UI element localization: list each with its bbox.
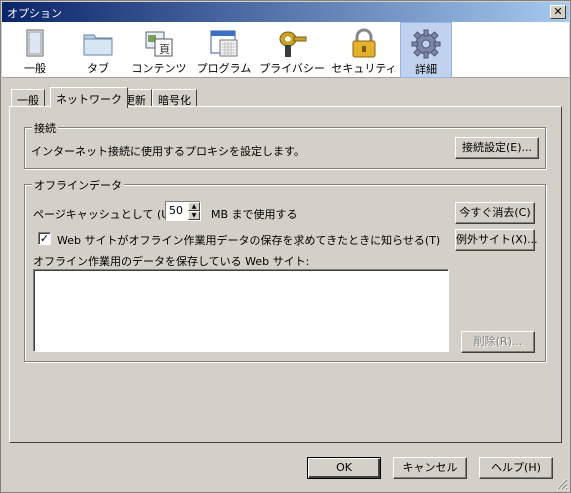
toolbar-item-general[interactable]: 一般 <box>10 22 60 78</box>
clear-now-button[interactable]: 今すぐ消去(C) <box>455 202 535 224</box>
toolbar-item-label: 一般 <box>24 62 46 75</box>
toolbar-item-label: コンテンツ <box>131 62 187 75</box>
cache-size-value: 50 <box>169 204 183 217</box>
connection-description: インターネット接続に使用するプロキシを設定します。 <box>31 145 305 158</box>
notify-label: Web サイトがオフライン作業用データの保存を求めてきたときに知らせる(T) <box>57 234 441 247</box>
content-icon: 頁 <box>145 31 173 57</box>
delete-button[interactable]: 削除(R)... <box>461 331 535 353</box>
resize-grip-icon[interactable] <box>556 478 568 490</box>
window-title: オプション <box>7 7 62 20</box>
tab-general[interactable]: 一般 <box>11 89 45 107</box>
toolbar-item-label: セキュリティ <box>331 62 397 75</box>
cache-size-stepper[interactable]: 50 ▲ ▼ <box>165 201 201 221</box>
offline-sites-label: オフライン作業用のデータを保存している Web サイト: <box>33 255 310 268</box>
toolbar-item-label: プライバシー <box>259 62 325 75</box>
ok-button[interactable]: OK <box>307 457 381 479</box>
notify-checkbox[interactable]: ✓ <box>38 232 51 245</box>
toolbar-item-tabs[interactable]: タブ <box>73 22 123 78</box>
toolbar-item-label: プログラム <box>196 62 252 75</box>
tab-network[interactable]: ネットワーク <box>50 87 128 108</box>
toolbar-item-label: 詳細 <box>415 63 437 76</box>
connection-group: 接続 インターネット接続に使用するプロキシを設定します。 接続設定(E)... <box>24 120 546 169</box>
title-bar[interactable]: オプション ✕ <box>2 2 569 22</box>
window-icon <box>26 29 44 57</box>
help-button[interactable]: ヘルプ(H) <box>479 457 553 479</box>
spin-down-icon[interactable]: ▼ <box>188 211 200 220</box>
key-icon <box>279 31 307 57</box>
applications-icon <box>210 30 238 57</box>
exceptions-button[interactable]: 例外サイト(X)... <box>455 229 538 251</box>
connection-settings-button[interactable]: 接続設定(E)... <box>455 137 539 159</box>
folder-tab-icon <box>83 34 113 56</box>
lock-icon <box>352 28 376 58</box>
network-panel: 接続 インターネット接続に使用するプロキシを設定します。 接続設定(E)... … <box>9 106 562 443</box>
toolbar-item-label: タブ <box>87 62 109 75</box>
toolbar-item-content[interactable]: 頁 コンテンツ <box>130 22 188 78</box>
toolbar-item-privacy[interactable]: プライバシー <box>259 22 325 78</box>
cache-size-label: ページキャッシュとして (U) <box>33 208 174 221</box>
close-button[interactable]: ✕ <box>550 5 566 19</box>
category-toolbar: 一般 タブ 頁 コンテンツ プログラム プライバシー セキュリティ 詳細 <box>2 22 569 78</box>
spin-up-icon[interactable]: ▲ <box>188 202 200 211</box>
offline-sites-list[interactable] <box>33 269 449 352</box>
toolbar-item-applications[interactable]: プログラム <box>195 22 253 78</box>
gear-icon <box>411 29 441 59</box>
cache-size-unit: MB まで使用する <box>211 208 298 221</box>
svg-text:頁: 頁 <box>159 43 170 56</box>
checkmark-icon: ✓ <box>39 232 50 245</box>
offline-data-group: オフラインデータ ページキャッシュとして (U) 50 ▲ ▼ MB まで使用す… <box>24 177 546 362</box>
toolbar-item-advanced[interactable]: 詳細 <box>400 22 452 78</box>
offline-legend: オフラインデータ <box>32 177 124 193</box>
toolbar-item-security[interactable]: セキュリティ <box>331 22 397 78</box>
connection-legend: 接続 <box>32 120 58 136</box>
options-dialog: オプション ✕ 一般 タブ 頁 コンテンツ プログラム プライバシー セキュリテ… <box>0 0 571 493</box>
tab-encryption[interactable]: 暗号化 <box>152 89 197 107</box>
cancel-button[interactable]: キャンセル <box>393 457 467 479</box>
